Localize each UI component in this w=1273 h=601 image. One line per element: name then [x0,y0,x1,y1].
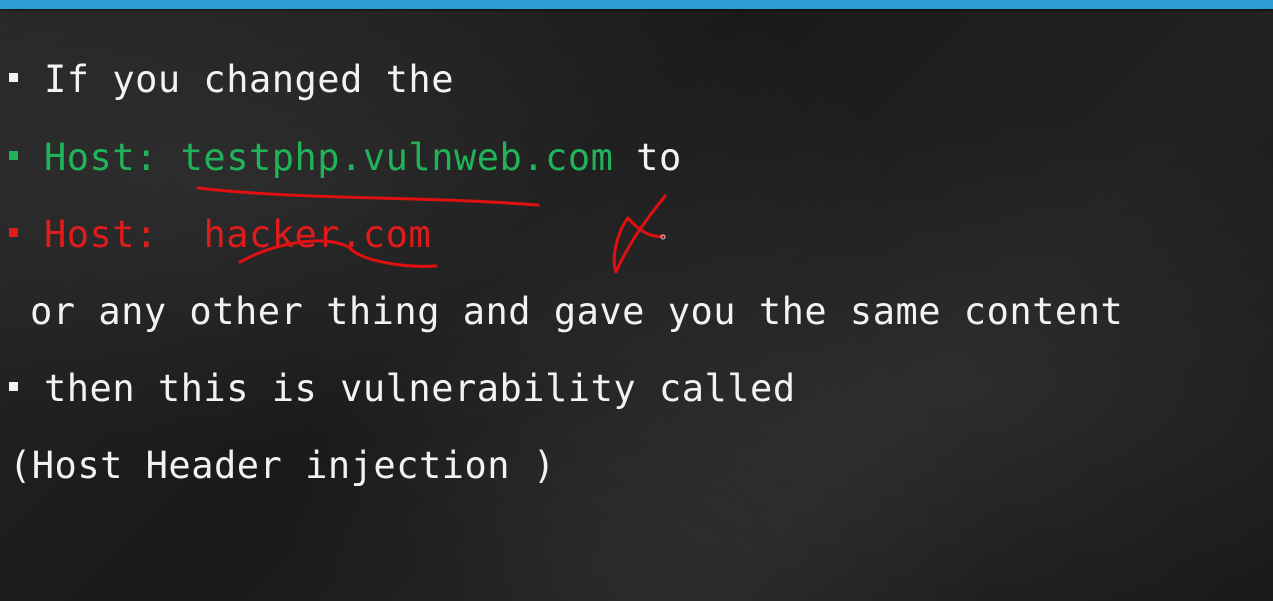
host-label: Host: [44,136,181,179]
line5-text: then this is vulnerability called [44,367,796,410]
attacker-host-value: hacker.com [203,213,432,256]
slide-line-if-changed: If you changed the [0,58,454,102]
host-label: Host: [44,213,204,256]
bullet-icon [9,151,18,160]
original-host-value: testphp.vulnweb.com [180,136,614,179]
line1-text: If you changed the [44,58,454,101]
pen-dot-icon [660,234,666,240]
bullet-icon [9,73,18,82]
slide-line-original-host: Host: testphp.vulnweb.com to [0,136,682,180]
checkmark-icon [612,194,667,274]
vulnerability-name: (Host Header injection ) [9,444,556,487]
underline-original-host [196,186,540,207]
line4-text: or any other thing and gave you the same… [30,290,1124,333]
accent-bar [0,0,1273,9]
to-word: to [613,136,682,179]
slide-line-vulnerability: then this is vulnerability called [0,367,796,411]
slide-line-any-other: or any other thing and gave you the same… [30,290,1123,334]
slide-line-vuln-name: (Host Header injection ) [9,444,556,488]
bullet-icon [9,382,18,391]
bullet-icon [9,228,18,237]
slide-line-attacker-host: Host: hacker.com [0,213,431,257]
